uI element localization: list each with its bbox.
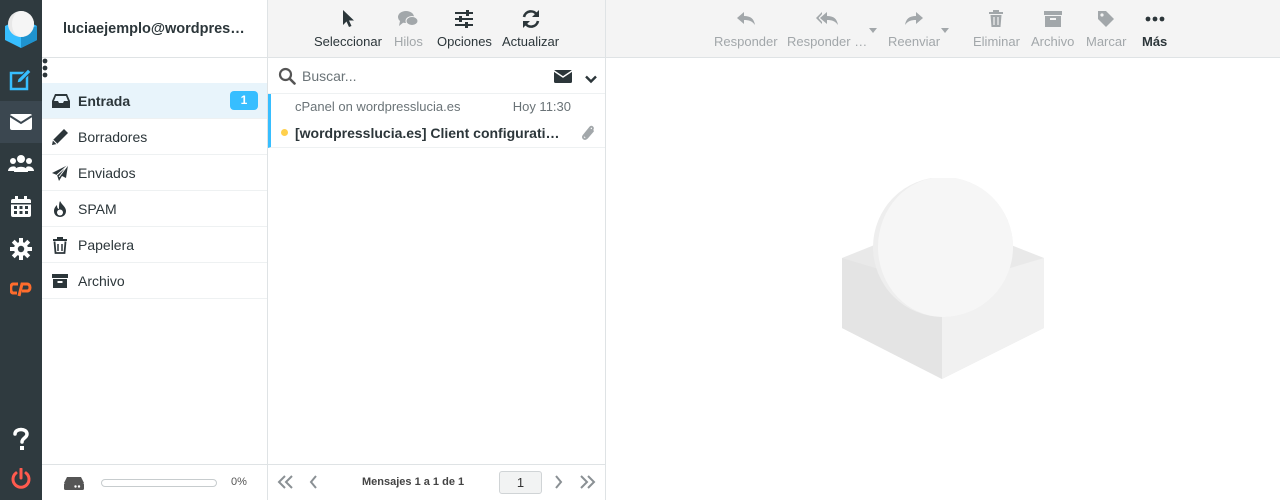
refresh-icon — [502, 8, 559, 30]
reply-button[interactable]: Responder — [714, 8, 778, 49]
unread-dot-icon[interactable] — [281, 129, 288, 136]
message-subject: [wordpresslucia.es] Client configuration… — [295, 125, 567, 141]
forward-dropdown-icon[interactable] — [941, 28, 949, 33]
folder-item-archive[interactable]: Archivo — [42, 263, 267, 299]
message-preview-panel: Responder Responder … Reenviar Eliminar … — [606, 0, 1280, 500]
settings-gear-icon[interactable] — [0, 228, 42, 270]
threads-button[interactable]: Hilos — [394, 8, 423, 49]
search-input[interactable] — [302, 64, 542, 88]
message-toolbar: Responder Responder … Reenviar Eliminar … — [606, 0, 1280, 58]
archive-box-icon — [51, 272, 69, 290]
next-page-icon[interactable] — [554, 475, 563, 494]
forward-icon — [888, 8, 940, 30]
last-page-icon[interactable] — [580, 475, 596, 494]
folder-label-inbox: Entrada — [78, 92, 131, 109]
pagination-bar: Mensajes 1 a 1 de 1 1 — [268, 464, 605, 500]
mail-icon[interactable] — [0, 101, 42, 143]
comments-icon — [394, 8, 423, 30]
message-date: Hoy 11:30 — [512, 99, 571, 114]
inbox-icon — [51, 92, 70, 110]
account-email: luciaejemplo@wordpresslu… — [63, 20, 247, 37]
account-header: luciaejemplo@wordpresslu… — [42, 0, 267, 58]
folder-item-drafts[interactable]: Borradores — [42, 119, 267, 155]
archive-button[interactable]: Archivo — [1031, 8, 1074, 49]
cursor-pointer-icon — [314, 8, 382, 30]
contacts-icon[interactable] — [0, 143, 42, 185]
message-row[interactable]: cPanel on wordpresslucia.es Hoy 11:30 [w… — [268, 94, 605, 148]
paper-plane-icon — [51, 164, 69, 182]
calendar-icon[interactable] — [0, 186, 42, 228]
attachment-paperclip-icon — [580, 124, 596, 147]
previous-page-icon[interactable] — [309, 475, 318, 494]
sliders-icon — [437, 8, 492, 30]
options-button[interactable]: Opciones — [437, 8, 492, 49]
message-list-panel: Seleccionar Hilos Opciones Actualizar cP… — [268, 0, 606, 500]
folder-label-drafts: Borradores — [78, 128, 148, 145]
search-icon[interactable] — [278, 67, 296, 90]
reply-all-icon — [787, 8, 867, 30]
refresh-button[interactable]: Actualizar — [502, 8, 559, 49]
folder-label-trash: Papelera — [78, 236, 135, 253]
folder-item-sent[interactable]: Enviados — [42, 155, 267, 191]
tag-icon — [1086, 8, 1126, 30]
ellipsis-icon — [1142, 8, 1167, 30]
compose-icon[interactable] — [0, 59, 42, 101]
mark-button[interactable]: Marcar — [1086, 8, 1126, 49]
page-number-input[interactable]: 1 — [499, 471, 542, 494]
folder-panel: luciaejemplo@wordpresslu… Entrada 1 Borr… — [42, 0, 268, 500]
trash-icon — [973, 8, 1020, 30]
folder-item-spam[interactable]: SPAM — [42, 191, 267, 227]
list-toolbar: Seleccionar Hilos Opciones Actualizar — [268, 0, 605, 58]
search-options-chevron-down-icon[interactable] — [585, 71, 597, 89]
folder-item-inbox[interactable]: Entrada 1 — [42, 83, 267, 119]
trash-icon — [51, 236, 69, 254]
unread-count-badge: 1 — [230, 91, 258, 110]
reply-all-button[interactable]: Responder … — [787, 8, 867, 49]
empty-preview-watermark-logo — [842, 177, 1046, 385]
help-icon[interactable] — [0, 418, 42, 460]
first-page-icon[interactable] — [277, 475, 293, 494]
hard-drive-icon — [63, 475, 85, 496]
fire-icon — [51, 200, 69, 218]
delete-button[interactable]: Eliminar — [973, 8, 1020, 49]
folder-label-sent: Enviados — [78, 164, 136, 181]
message-sender: cPanel on wordpresslucia.es — [295, 99, 461, 114]
account-menu-icon[interactable] — [42, 58, 267, 83]
quota-indicator: 0% — [42, 464, 267, 500]
forward-button[interactable]: Reenviar — [888, 8, 940, 49]
reply-icon — [714, 8, 778, 30]
cpanel-icon[interactable] — [0, 268, 42, 310]
logout-power-icon[interactable] — [0, 458, 42, 500]
app-nav-bar — [0, 0, 42, 500]
search-bar — [268, 58, 605, 94]
folder-item-trash[interactable]: Papelera — [42, 227, 267, 263]
archive-box-icon — [1031, 8, 1074, 30]
reply-all-dropdown-icon[interactable] — [869, 28, 877, 33]
pencil-icon — [51, 128, 69, 146]
select-button[interactable]: Seleccionar — [314, 8, 382, 49]
pagination-info: Mensajes 1 a 1 de 1 — [362, 476, 465, 488]
quota-bar — [101, 479, 217, 487]
folder-label-archive: Archivo — [78, 272, 125, 289]
folder-label-spam: SPAM — [78, 200, 117, 217]
quota-percent: 0% — [231, 476, 247, 488]
search-scope-envelope-icon[interactable] — [553, 70, 573, 88]
roundcube-logo[interactable] — [4, 8, 38, 48]
more-button[interactable]: Más — [1142, 8, 1167, 49]
